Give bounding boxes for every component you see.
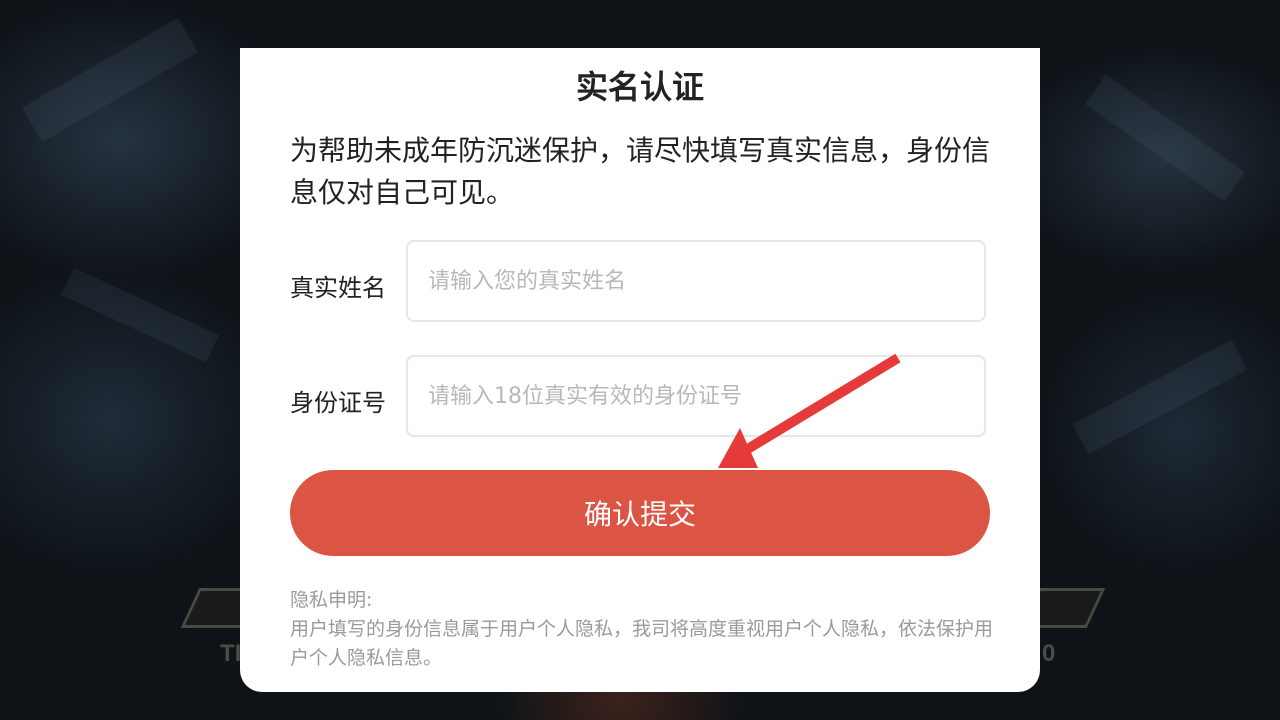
background-badge-left-text: TI	[220, 640, 242, 667]
background-shard	[1072, 339, 1248, 455]
background-shard	[61, 267, 219, 363]
background-shard	[1085, 74, 1245, 202]
real-name-input[interactable]	[406, 240, 986, 322]
background-badge-right-text: 0	[1042, 640, 1056, 667]
real-name-verification-dialog: 实名认证 为帮助未成年防沉迷保护，请尽快填写真实信息，身份信息仅对自己可见。 真…	[240, 48, 1040, 692]
id-number-label: 身份证号	[290, 389, 386, 417]
dialog-title: 实名认证	[575, 68, 704, 106]
privacy-statement: 隐私申明: 用户填写的身份信息属于用户个人隐私，我司将高度重视用户个人隐私，依法…	[290, 586, 996, 673]
real-name-label: 真实姓名	[290, 274, 386, 302]
anti-addiction-notice: 为帮助未成年防沉迷保护，请尽快填写真实信息，身份信息仅对自己可见。	[290, 134, 991, 209]
privacy-heading: 隐私申明:	[290, 589, 373, 611]
id-number-input[interactable]	[406, 355, 986, 437]
privacy-text: 用户填写的身份信息属于用户个人隐私，我司将高度重视用户个人隐私，依法保护用户个人…	[290, 618, 994, 669]
confirm-submit-button[interactable]: 确认提交	[290, 470, 990, 556]
background-shard	[22, 17, 198, 143]
